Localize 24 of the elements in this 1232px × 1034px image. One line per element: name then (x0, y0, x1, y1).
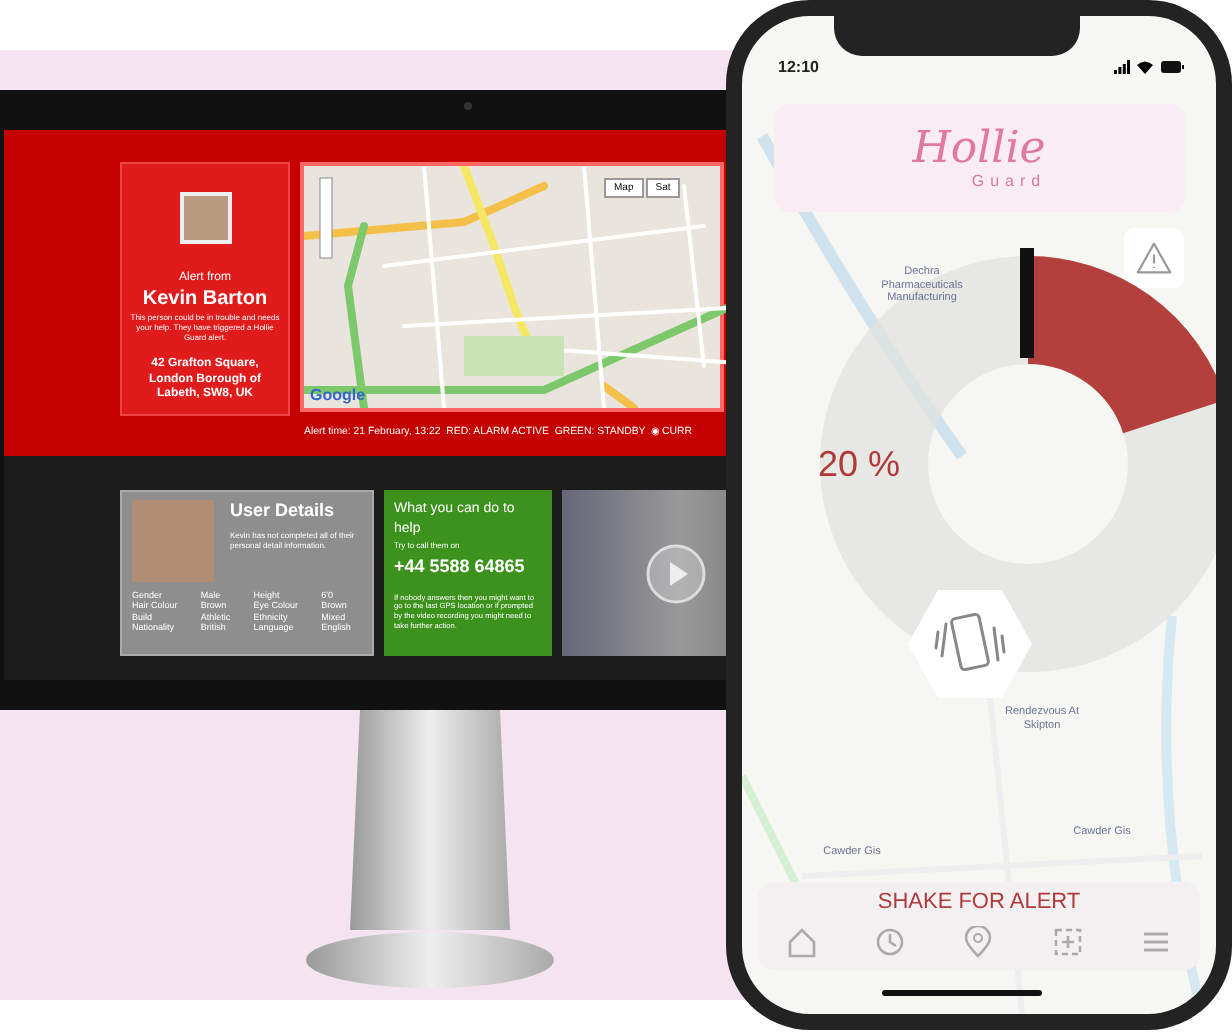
wifi-icon (1136, 60, 1154, 74)
menu-icon[interactable] (1139, 926, 1172, 958)
location-pin-icon[interactable] (962, 926, 995, 958)
home-icon[interactable] (786, 926, 819, 958)
add-icon[interactable] (1051, 926, 1084, 958)
signal-icon (1114, 60, 1130, 74)
shake-button[interactable] (905, 588, 1033, 700)
battery-icon (1160, 60, 1184, 74)
phone-number: +44 5588 64865 (394, 555, 527, 576)
play-button[interactable] (646, 543, 706, 603)
card-title: User Details (230, 500, 337, 520)
person-name: Kevin Barton (142, 288, 268, 310)
zoom-control[interactable] (319, 177, 333, 259)
warning-button[interactable] (1124, 228, 1184, 288)
clock-icon[interactable] (874, 926, 907, 958)
logo-subtitle: Guard (971, 171, 1047, 189)
photo-placeholder (179, 192, 231, 244)
warning-icon (1136, 240, 1172, 276)
camera-icon (464, 102, 472, 110)
photo-placeholder (132, 500, 214, 582)
gauge-reading: 20 % (817, 443, 901, 485)
shake-label: SHAKE FOR ALERT (875, 890, 1083, 914)
logo-text: Hollie (912, 127, 1046, 171)
status-time: 12:10 (778, 58, 819, 76)
